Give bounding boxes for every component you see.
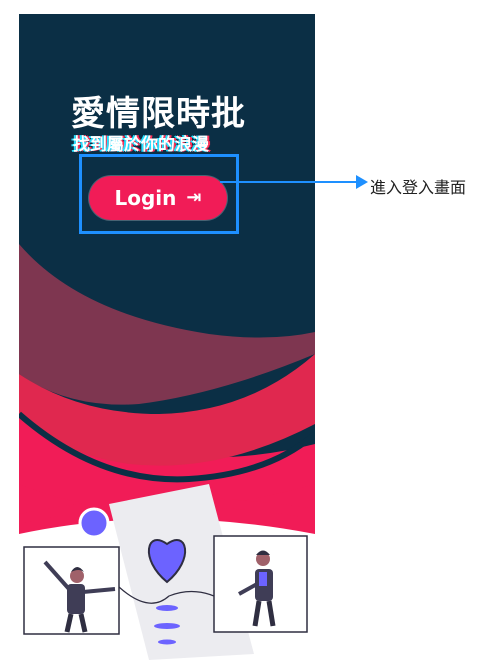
login-button[interactable]: Login ⇥ — [89, 176, 227, 220]
man-illustration — [213, 535, 308, 633]
login-button-label: Login — [114, 186, 177, 210]
woman-illustration — [23, 546, 120, 635]
annotation-text: 進入登入畫面 — [370, 178, 467, 197]
app-title: 愛情限時批 — [71, 94, 246, 134]
phone-screen: 愛情限時批 找到屬於你的浪漫 Login ⇥ — [19, 14, 315, 660]
annotation-arrow — [220, 175, 368, 189]
app-subtitle: 找到屬於你的浪漫 — [73, 135, 209, 155]
login-arrow-icon: ⇥ — [186, 187, 202, 208]
purple-dot — [78, 507, 110, 539]
